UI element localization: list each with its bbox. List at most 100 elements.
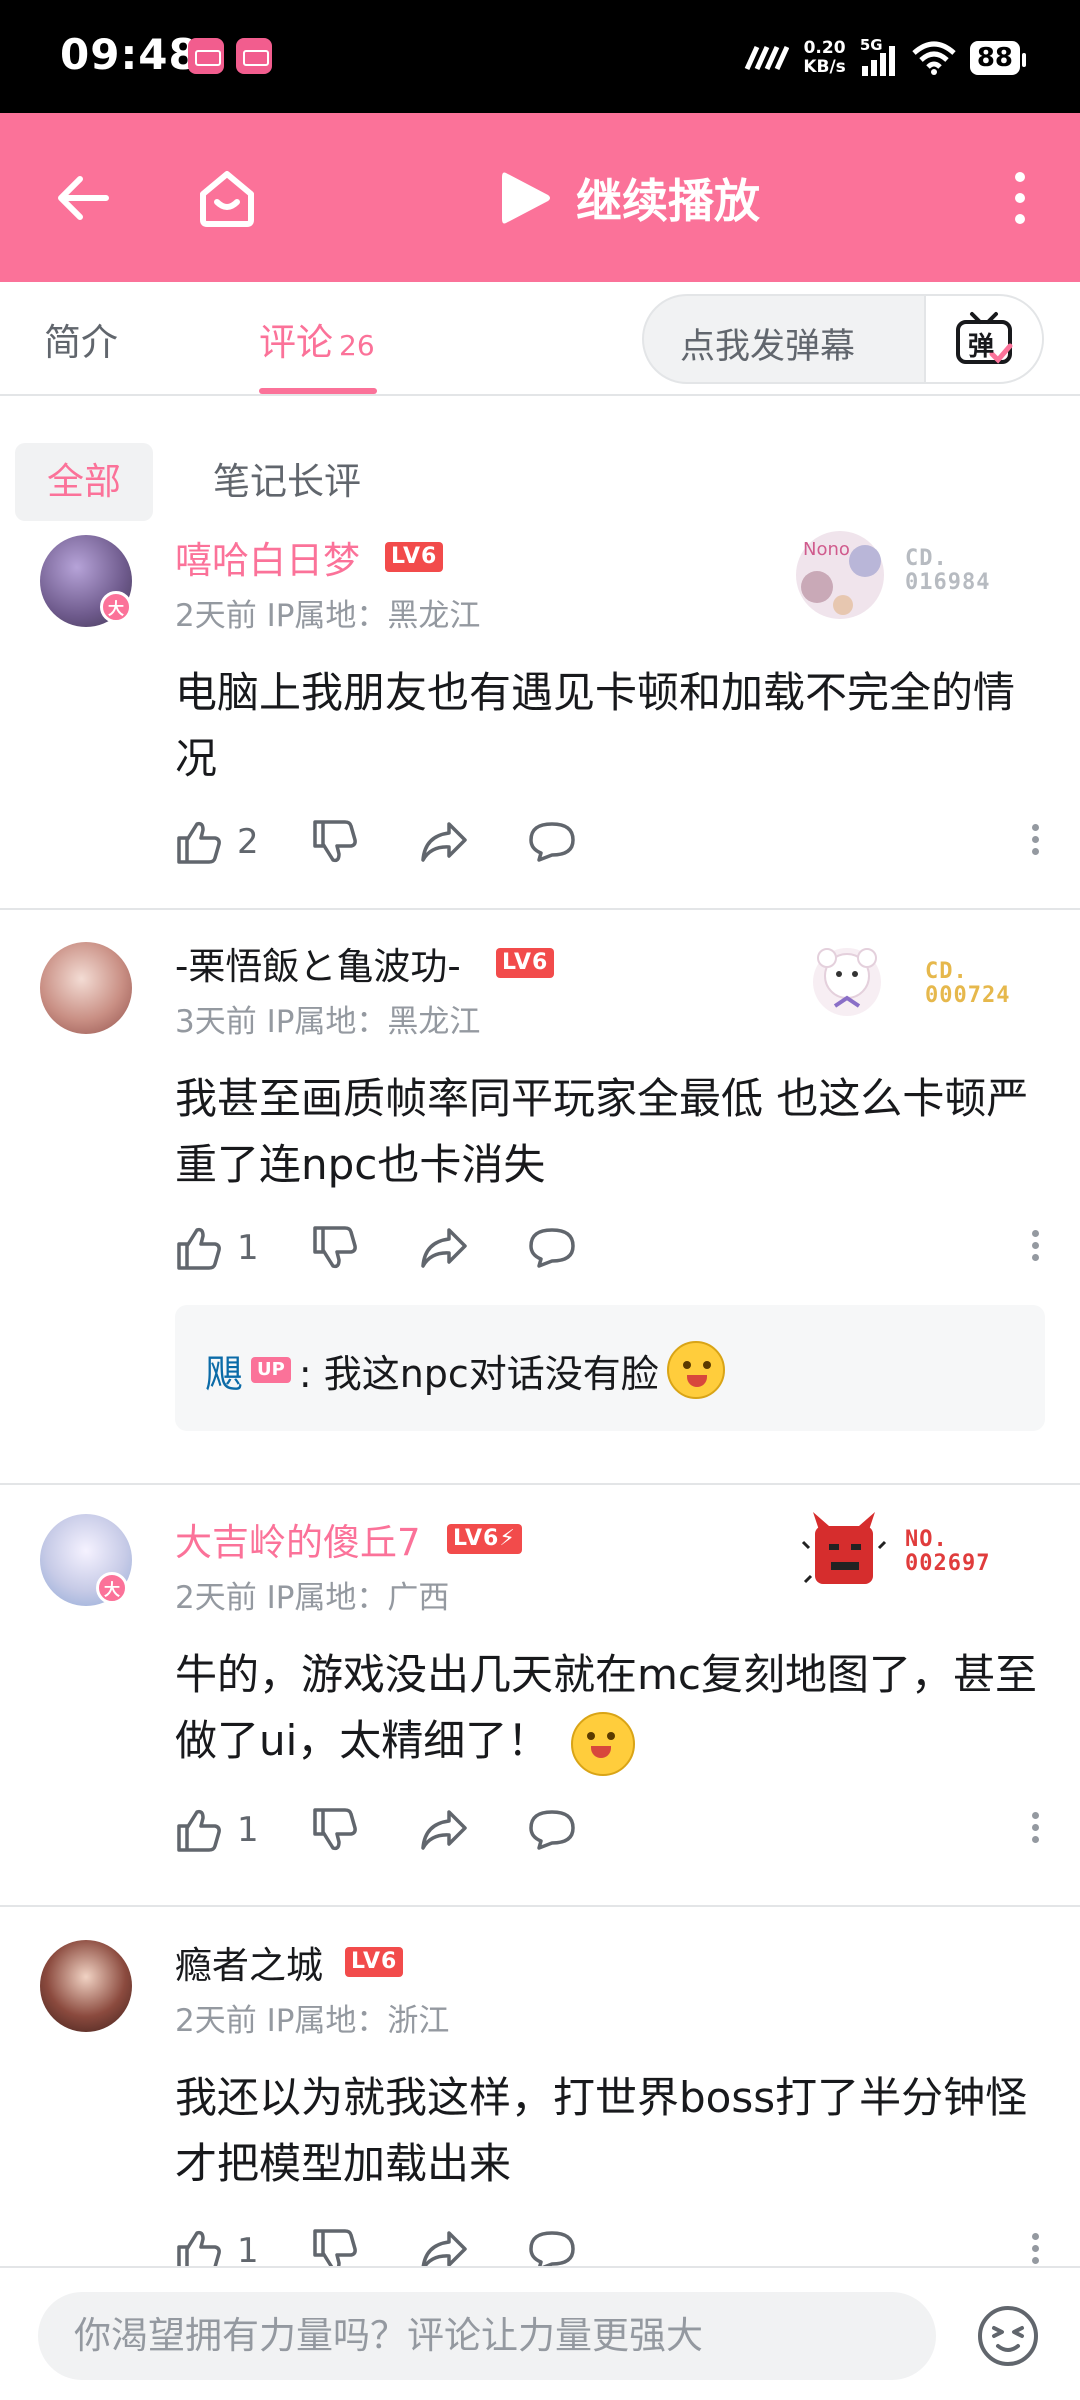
fan-badge[interactable]: Nono CD. 016984 — [785, 525, 1035, 635]
user-level-badge: LV6 — [385, 542, 444, 572]
tab-comments[interactable]: 评论 26 — [259, 312, 375, 366]
video-top-bar: 继续播放 — [0, 113, 1080, 282]
back-button[interactable] — [38, 153, 128, 243]
share-icon — [421, 1228, 467, 1268]
fan-number: CD. 000724 — [925, 959, 1011, 1008]
more-options-button[interactable] — [975, 153, 1065, 243]
comment-username[interactable]: 大吉岭的傻丘7 — [175, 1512, 421, 1566]
danmaku-button-label: 弹 — [968, 332, 995, 362]
fan-card-icon — [801, 1512, 887, 1584]
comment-input[interactable]: 你渴望拥有力量吗？评论让力量更强大 — [38, 2292, 936, 2380]
comment-username[interactable]: 瘾者之城 — [175, 1935, 323, 1989]
chat-bubble-icon — [529, 822, 575, 862]
dislike-button[interactable] — [311, 814, 359, 870]
comment-text: 我还以为就我这样，打世界boss打了半分钟怪才把模型加载出来 — [175, 2073, 1028, 2188]
comment-meta: 2天前 IP属地：广西 — [175, 1580, 450, 1616]
bilibili-app-icon — [236, 38, 272, 74]
comment-meta: 3天前 IP属地：黑龙江 — [175, 1004, 481, 1040]
sub-reply: 飓 UP : 我这npc对话没有脸 — [205, 1341, 725, 1399]
home-button[interactable] — [182, 153, 272, 243]
status-bar: 09:48 0.20 KB/s 5G 88 — [0, 0, 1080, 113]
comment-username[interactable]: 嘻哈白日梦 — [175, 530, 360, 584]
emoji-icon — [978, 2306, 1038, 2366]
comment-divider — [0, 908, 1080, 910]
reply-button[interactable] — [527, 814, 577, 870]
up-tag-badge: UP — [251, 1357, 291, 1383]
back-arrow-icon — [58, 176, 109, 220]
shocked-emoji-icon — [570, 1711, 635, 1776]
emoji-picker-button[interactable] — [976, 2304, 1040, 2368]
play-icon — [502, 172, 550, 224]
reply-username[interactable]: 飓 — [205, 1343, 243, 1398]
user-avatar[interactable] — [40, 942, 132, 1034]
share-button[interactable] — [419, 1220, 469, 1276]
share-button[interactable] — [419, 814, 469, 870]
comment-divider — [0, 1483, 1080, 1485]
danmaku-placeholder: 点我发弹幕 — [680, 327, 856, 367]
battery-indicator: 88 — [969, 41, 1027, 75]
like-button[interactable]: 2 — [175, 814, 259, 870]
bilibili-app-icon — [188, 38, 224, 74]
reply-button[interactable] — [527, 1220, 577, 1276]
reply-text: : 我这npc对话没有脸 — [298, 1351, 659, 1396]
comment-input-bar: 你渴望拥有力量吗？评论让力量更强大 — [0, 2266, 1080, 2400]
chat-bubble-icon — [529, 1228, 575, 1268]
comment-username[interactable]: -栗悟飯と亀波功- — [175, 936, 461, 990]
filter-all[interactable]: 全部 — [15, 443, 153, 521]
comments-count: 26 — [339, 329, 375, 362]
thumbs-down-icon — [313, 1226, 357, 1269]
comment-text: 牛的，游戏没出几天就在mc复刻地图了，甚至做了ui，太精细了！ — [175, 1642, 1055, 1776]
filter-notes[interactable]: 笔记长评 — [213, 443, 361, 521]
reply-button[interactable] — [527, 1802, 577, 1858]
network-speed-value: 0.20 — [803, 38, 846, 58]
comment-more-icon[interactable] — [1025, 1808, 1045, 1852]
comment-meta: 2天前 IP属地：浙江 — [175, 2003, 450, 2039]
like-count: 1 — [237, 1810, 259, 1850]
laughing-emoji-icon — [666, 1341, 725, 1399]
wifi-icon — [912, 41, 956, 75]
comment-actions: 2 — [175, 814, 1045, 870]
user-level-badge: LV6⚡ — [447, 1524, 522, 1554]
fan-number: CD. 016984 — [905, 546, 991, 595]
like-button[interactable]: 1 — [175, 1802, 259, 1858]
more-vertical-icon — [1015, 172, 1025, 224]
tab-intro[interactable]: 简介 — [44, 312, 118, 366]
svg-text:Nono: Nono — [803, 539, 850, 560]
like-count: 2 — [237, 822, 259, 862]
danmaku-tv-icon: 弹 — [954, 310, 1014, 368]
vip-badge: 大 — [96, 1572, 128, 1604]
active-tab-indicator — [259, 388, 377, 394]
cellular-signal-icon: 5G — [860, 36, 898, 78]
thumbs-down-icon — [313, 820, 357, 863]
home-icon — [200, 171, 254, 227]
status-time: 09:48 — [60, 30, 199, 79]
dislike-button[interactable] — [311, 1220, 359, 1276]
danmaku-toggle-button[interactable]: 弹 — [924, 296, 1042, 382]
share-icon — [421, 1810, 467, 1850]
thumbs-down-icon — [313, 1808, 357, 1851]
comment-actions: 1 — [175, 1802, 1045, 1858]
comment-meta: 2天前 IP属地：黑龙江 — [175, 598, 481, 634]
comment-more-icon[interactable] — [1025, 1226, 1045, 1270]
comment-text: 我甚至画质帧率同平玩家全最低 也这么卡顿严重了连npc也卡消失 — [175, 1074, 1029, 1189]
fan-badge[interactable]: NO. 002697 — [795, 1502, 1045, 1612]
network-speed-unit: KB/s — [803, 57, 846, 77]
comment-more-icon[interactable] — [1025, 820, 1045, 864]
continue-playing-button[interactable]: 继续播放 — [500, 163, 760, 233]
share-button[interactable] — [419, 1802, 469, 1858]
nfc-icon — [745, 45, 790, 71]
comment-divider — [0, 1905, 1080, 1907]
fan-badge[interactable]: CD. 000724 — [805, 930, 1055, 1040]
dislike-button[interactable] — [311, 1802, 359, 1858]
status-indicators: 0.20 KB/s 5G 88 — [743, 30, 1027, 86]
fan-card-icon — [813, 948, 881, 1016]
fan-number: NO. 002697 — [905, 1527, 991, 1576]
vip-badge: 大 — [100, 591, 132, 623]
danmaku-input[interactable]: 点我发弹幕 弹 — [642, 294, 1044, 384]
like-button[interactable]: 1 — [175, 1220, 259, 1276]
user-avatar[interactable] — [40, 1940, 132, 2032]
tab-comments-label: 评论 — [259, 321, 333, 364]
like-count: 1 — [237, 1228, 259, 1268]
comment-text: 电脑上我朋友也有遇见卡顿和加载不完全的情况 — [175, 668, 1016, 783]
sub-reply-box[interactable]: 飓 UP : 我这npc对话没有脸 — [175, 1305, 1045, 1431]
